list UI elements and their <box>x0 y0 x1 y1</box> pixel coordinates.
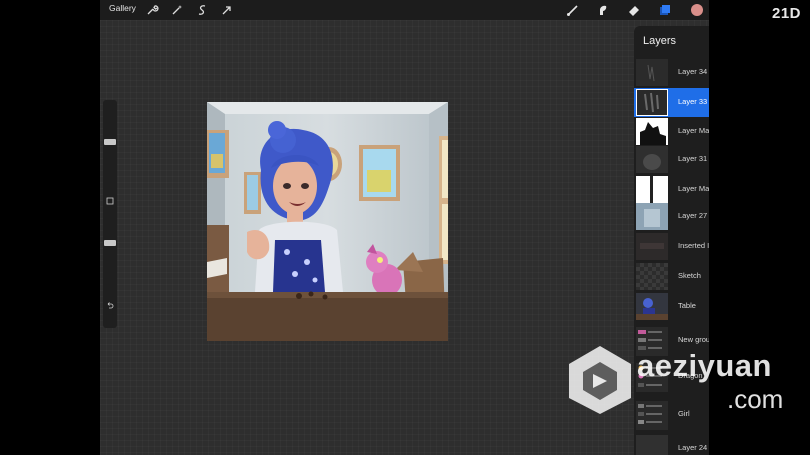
layer-name: Layer Mask <box>678 126 709 135</box>
modify-button[interactable] <box>106 192 114 205</box>
artwork-canvas[interactable] <box>207 102 448 341</box>
watermark-logo-icon <box>569 346 631 414</box>
layers-panel-title: Layers <box>643 35 677 47</box>
layer-name: Table <box>678 301 696 310</box>
layer-row[interactable]: Layer 24 M <box>634 434 709 455</box>
layer-thumbnail <box>636 59 668 86</box>
layer-row[interactable]: Sketch M <box>634 262 709 291</box>
layers-icon[interactable] <box>658 3 672 17</box>
illustration <box>207 102 448 341</box>
layer-row[interactable]: Layer Mask <box>634 175 709 204</box>
brush-icon[interactable] <box>566 3 580 17</box>
layer-name: Sketch <box>678 271 701 280</box>
layer-name: Layer 27 <box>678 211 708 220</box>
layer-thumbnail <box>636 89 668 116</box>
opacity-slider[interactable] <box>104 240 116 246</box>
layer-thumbnail <box>636 263 668 290</box>
layer-mask-thumbnail <box>636 176 668 203</box>
watermark-domain: .com <box>727 384 784 414</box>
layer-name: Layer 34 <box>678 67 708 76</box>
layer-name: Inserted Image <box>678 241 709 250</box>
eraser-icon[interactable] <box>627 3 641 17</box>
watermark-text: aeziyuan <box>637 348 772 383</box>
layer-row[interactable]: Layer 34 N <box>634 58 709 87</box>
layer-thumbnail <box>636 435 668 455</box>
wrench-icon[interactable] <box>145 3 159 17</box>
selection-s-icon[interactable] <box>195 3 209 17</box>
layer-thumbnail <box>636 233 668 260</box>
layer-thumbnail <box>636 203 668 230</box>
layer-name: Layer 24 <box>678 443 708 452</box>
smudge-icon[interactable] <box>596 3 610 17</box>
layer-row[interactable]: Layer 31 O <box>634 145 709 174</box>
layer-name: Layer 33 <box>678 97 708 106</box>
layer-thumbnail <box>636 146 668 173</box>
brush-size-opacity-sidebar <box>103 100 117 328</box>
top-toolbar: Gallery <box>100 0 709 20</box>
gallery-button[interactable]: Gallery <box>109 3 136 13</box>
layer-row[interactable]: Inserted Image M <box>634 232 709 261</box>
layer-name: Layer 31 <box>678 154 708 163</box>
layer-thumbnail <box>636 293 668 320</box>
transform-arrow-icon[interactable] <box>220 3 234 17</box>
layer-name: Layer Mask <box>678 184 709 193</box>
adjustments-magic-icon[interactable] <box>170 3 184 17</box>
brush-size-slider[interactable] <box>104 139 116 145</box>
brand-logo: 21D <box>772 5 802 22</box>
undo-icon[interactable] <box>106 296 114 309</box>
color-swatch[interactable] <box>690 3 704 17</box>
layer-row[interactable]: Layer 33 O <box>634 88 709 117</box>
layer-mask-thumbnail <box>636 118 668 145</box>
layer-row[interactable]: Table N <box>634 292 709 321</box>
layer-row[interactable]: Layer Mask <box>634 117 709 146</box>
watermark: aeziyuan .com <box>567 340 807 420</box>
layer-row[interactable]: Layer 27 M <box>634 202 709 231</box>
